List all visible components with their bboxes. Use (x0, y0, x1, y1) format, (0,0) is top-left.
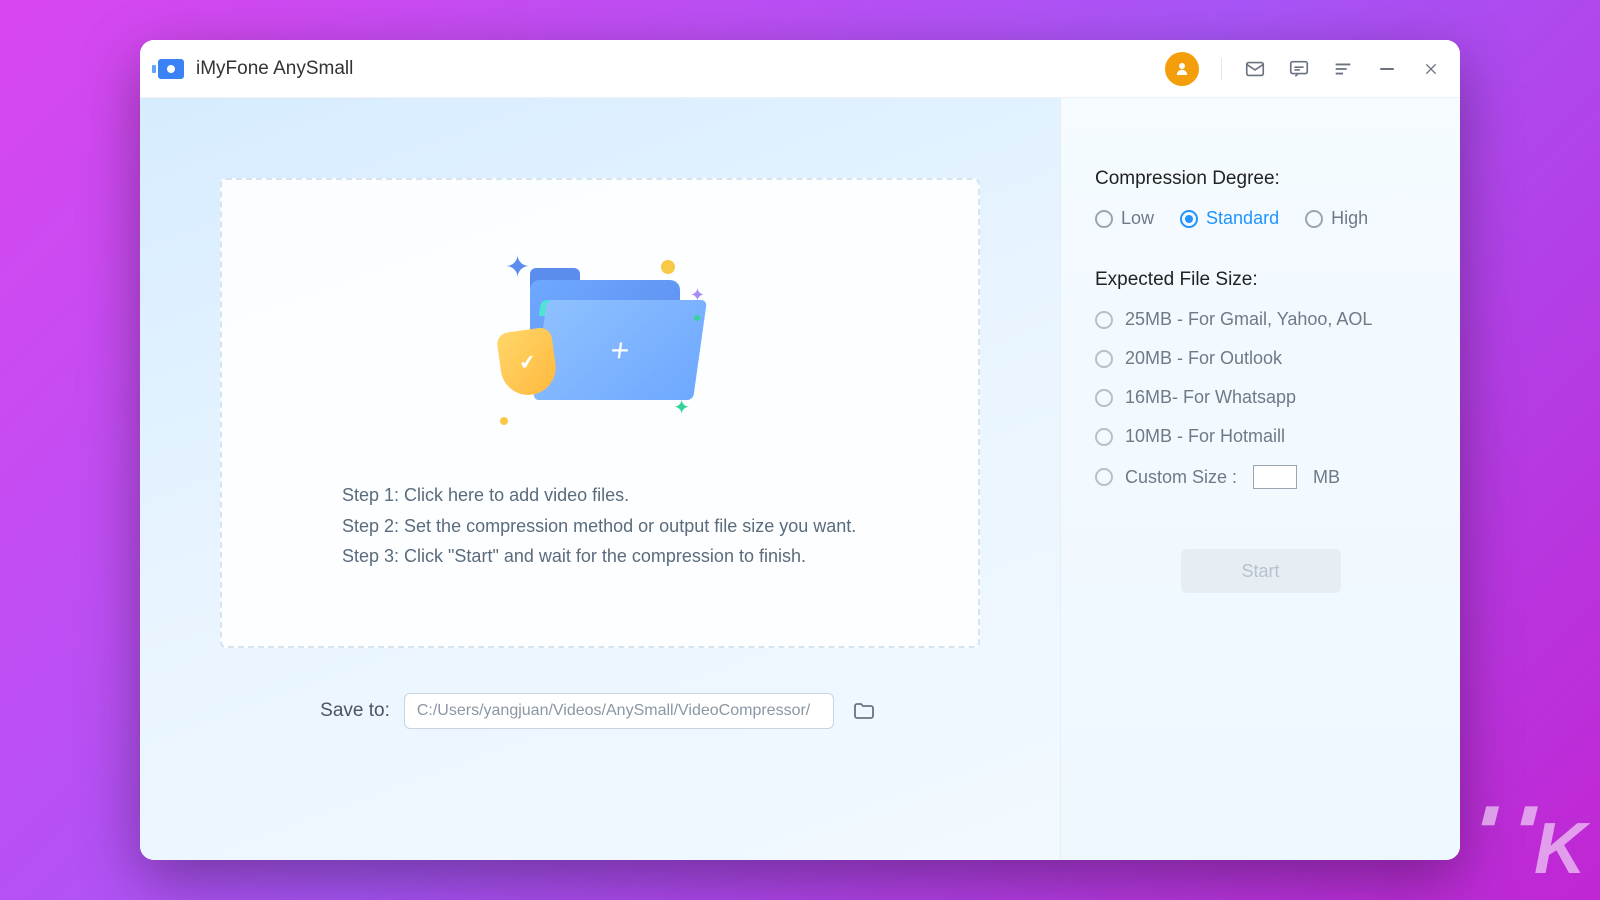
close-button[interactable] (1420, 58, 1442, 80)
app-logo-icon (158, 59, 184, 79)
app-window: iMyFone AnySmall (140, 40, 1460, 860)
compression-high-radio[interactable]: High (1305, 208, 1368, 229)
main-panel: ✦ ✦ + ✔ ✦ Step 1: Click here to add vide… (140, 98, 1060, 860)
dot-icon (694, 315, 700, 321)
step-2: Step 2: Set the compression method or ou… (342, 511, 856, 542)
save-to-row: Save to: (320, 693, 880, 729)
menu-button[interactable] (1332, 58, 1354, 80)
expected-size-title: Expected File Size: (1095, 269, 1426, 291)
radio-label: 20MB - For Outlook (1125, 348, 1282, 369)
radio-icon (1095, 311, 1113, 329)
save-path-input[interactable] (404, 693, 834, 729)
step-3: Step 3: Click "Start" and wait for the c… (342, 541, 856, 572)
radio-label: Standard (1206, 208, 1279, 229)
step-1: Step 1: Click here to add video files. (342, 480, 856, 511)
close-icon (1423, 61, 1439, 77)
radio-label: Low (1121, 208, 1154, 229)
watermark: ▘▝K (1480, 808, 1582, 890)
user-icon (1173, 60, 1191, 78)
size-option-16mb[interactable]: 16MB- For Whatsapp (1095, 387, 1426, 408)
account-button[interactable] (1165, 52, 1199, 86)
radio-icon (1095, 428, 1113, 446)
divider (1221, 58, 1222, 80)
app-title: iMyFone AnySmall (196, 58, 353, 80)
radio-icon (1095, 350, 1113, 368)
minimize-icon (1380, 68, 1394, 70)
settings-sidebar: Compression Degree: Low Standard High Ex… (1060, 98, 1460, 860)
size-option-custom[interactable]: Custom Size : MB (1095, 465, 1426, 489)
browse-folder-button[interactable] (848, 697, 880, 725)
radio-label: 16MB- For Whatsapp (1125, 387, 1296, 408)
sparkle-icon: ✦ (673, 395, 690, 420)
size-option-20mb[interactable]: 20MB - For Outlook (1095, 348, 1426, 369)
body: ✦ ✦ + ✔ ✦ Step 1: Click here to add vide… (140, 98, 1460, 860)
compression-degree-title: Compression Degree: (1095, 168, 1426, 190)
dot-icon (661, 260, 675, 274)
compression-standard-radio[interactable]: Standard (1180, 208, 1279, 229)
titlebar: iMyFone AnySmall (140, 40, 1460, 98)
radio-label: 10MB - For Hotmaill (1125, 426, 1285, 447)
mail-icon (1244, 58, 1266, 80)
size-option-10mb[interactable]: 10MB - For Hotmaill (1095, 426, 1426, 447)
mail-button[interactable] (1244, 58, 1266, 80)
custom-size-unit: MB (1313, 467, 1340, 488)
compression-low-radio[interactable]: Low (1095, 208, 1154, 229)
radio-label: 25MB - For Gmail, Yahoo, AOL (1125, 309, 1372, 330)
custom-size-prefix: Custom Size : (1125, 467, 1237, 488)
radio-icon (1305, 210, 1323, 228)
start-button[interactable]: Start (1181, 549, 1341, 593)
add-folder-icon: + (533, 300, 707, 400)
size-option-25mb[interactable]: 25MB - For Gmail, Yahoo, AOL (1095, 309, 1426, 330)
compression-radio-group: Low Standard High (1095, 208, 1426, 229)
radio-label: High (1331, 208, 1368, 229)
radio-icon (1095, 210, 1113, 228)
radio-icon (1180, 210, 1198, 228)
chat-icon (1288, 58, 1310, 80)
drop-zone[interactable]: ✦ ✦ + ✔ ✦ Step 1: Click here to add vide… (220, 178, 980, 648)
menu-icon (1332, 58, 1354, 80)
dot-icon (500, 417, 508, 425)
expected-size-group: 25MB - For Gmail, Yahoo, AOL 20MB - For … (1095, 309, 1426, 489)
radio-icon (1095, 389, 1113, 407)
minimize-button[interactable] (1376, 58, 1398, 80)
sparkle-icon: ✦ (505, 250, 530, 285)
radio-icon (1095, 468, 1113, 486)
custom-size-input[interactable] (1253, 465, 1297, 489)
save-to-label: Save to: (320, 700, 390, 722)
feedback-button[interactable] (1288, 58, 1310, 80)
instructions: Step 1: Click here to add video files. S… (342, 480, 856, 572)
folder-illustration: ✦ ✦ + ✔ ✦ (470, 240, 730, 440)
folder-icon (851, 699, 877, 723)
